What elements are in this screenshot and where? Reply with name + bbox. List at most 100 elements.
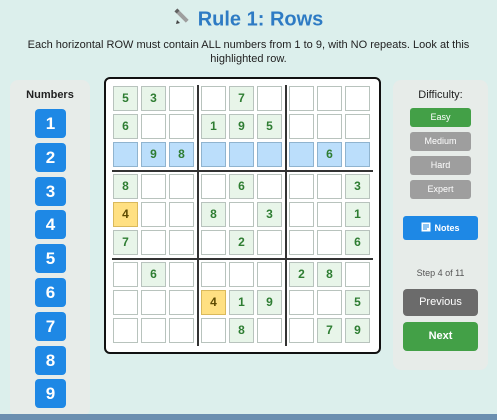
sudoku-cell-r6c5[interactable]: 2 bbox=[229, 230, 254, 255]
number-button-6[interactable]: 6 bbox=[35, 278, 66, 307]
sudoku-cell-r2c7[interactable] bbox=[289, 114, 314, 139]
sudoku-cell-r9c2[interactable] bbox=[141, 318, 166, 343]
sudoku-cell-r7c2[interactable]: 6 bbox=[141, 262, 166, 287]
number-button-7[interactable]: 7 bbox=[35, 311, 66, 341]
sudoku-cell-r5c4[interactable]: 8 bbox=[201, 202, 226, 227]
sudoku-cell-r3c3[interactable]: 8 bbox=[169, 142, 194, 167]
difficulty-easy-button[interactable]: Easy bbox=[410, 108, 471, 127]
number-button-1[interactable]: 1 bbox=[35, 109, 66, 138]
number-panel-title: Numbers bbox=[26, 89, 74, 101]
next-button[interactable]: Next bbox=[403, 322, 478, 351]
sudoku-cell-r6c8[interactable] bbox=[317, 230, 342, 255]
box-divider-horizontal bbox=[112, 170, 373, 172]
sudoku-cell-r3c8[interactable]: 6 bbox=[317, 142, 342, 167]
sudoku-cell-r6c3[interactable] bbox=[169, 230, 194, 255]
sudoku-cell-r2c9[interactable] bbox=[345, 114, 370, 139]
sudoku-cell-r2c8[interactable] bbox=[317, 114, 342, 139]
sudoku-cell-r3c4[interactable] bbox=[201, 142, 226, 167]
sudoku-cell-r9c9[interactable]: 9 bbox=[345, 318, 370, 343]
sudoku-cell-r9c4[interactable] bbox=[201, 318, 226, 343]
sudoku-cell-r9c8[interactable]: 7 bbox=[317, 318, 342, 343]
sudoku-cell-r2c4[interactable]: 1 bbox=[201, 114, 226, 139]
sudoku-cell-r7c5[interactable] bbox=[229, 262, 254, 287]
sudoku-cell-r8c3[interactable] bbox=[169, 290, 194, 315]
sudoku-cell-r3c2[interactable]: 9 bbox=[141, 142, 166, 167]
sudoku-cell-r2c5[interactable]: 9 bbox=[229, 114, 254, 139]
sudoku-cell-r6c7[interactable] bbox=[289, 230, 314, 255]
sudoku-cell-r8c7[interactable] bbox=[289, 290, 314, 315]
sudoku-cell-r9c1[interactable] bbox=[113, 318, 138, 343]
sudoku-cell-r7c9[interactable] bbox=[345, 262, 370, 287]
sudoku-cell-r8c5[interactable]: 1 bbox=[229, 290, 254, 315]
sudoku-cell-r8c1[interactable] bbox=[113, 290, 138, 315]
sudoku-cell-r6c2[interactable] bbox=[141, 230, 166, 255]
number-button-9[interactable]: 9 bbox=[35, 379, 66, 409]
sudoku-cell-r7c8[interactable]: 8 bbox=[317, 262, 342, 287]
sudoku-cell-r5c6[interactable]: 3 bbox=[257, 202, 282, 227]
notes-button[interactable]: Notes bbox=[403, 216, 478, 240]
sudoku-cell-r7c4[interactable] bbox=[201, 262, 226, 287]
sudoku-cell-r5c9[interactable]: 1 bbox=[345, 202, 370, 227]
sudoku-cell-r8c6[interactable]: 9 bbox=[257, 290, 282, 315]
sudoku-cell-r5c8[interactable] bbox=[317, 202, 342, 227]
difficulty-expert-button[interactable]: Expert bbox=[410, 180, 471, 199]
sudoku-cell-r6c6[interactable] bbox=[257, 230, 282, 255]
sudoku-cell-r1c9[interactable] bbox=[345, 86, 370, 111]
sudoku-cell-r6c9[interactable]: 6 bbox=[345, 230, 370, 255]
sudoku-cell-r5c7[interactable] bbox=[289, 202, 314, 227]
number-button-4[interactable]: 4 bbox=[35, 210, 66, 240]
previous-button[interactable]: Previous bbox=[403, 289, 478, 316]
sudoku-cell-r1c7[interactable] bbox=[289, 86, 314, 111]
number-button-8[interactable]: 8 bbox=[35, 345, 66, 375]
sudoku-cell-r1c3[interactable] bbox=[169, 86, 194, 111]
sudoku-cell-r9c6[interactable] bbox=[257, 318, 282, 343]
difficulty-medium-button[interactable]: Medium bbox=[410, 132, 471, 151]
sudoku-cell-r6c1[interactable]: 7 bbox=[113, 230, 138, 255]
sudoku-cell-r1c1[interactable]: 5 bbox=[113, 86, 138, 111]
sudoku-cell-r5c2[interactable] bbox=[141, 202, 166, 227]
sudoku-cell-r4c4[interactable] bbox=[201, 174, 226, 199]
sudoku-cell-r4c1[interactable]: 8 bbox=[113, 174, 138, 199]
number-button-5[interactable]: 5 bbox=[35, 244, 66, 274]
sudoku-cell-r4c7[interactable] bbox=[289, 174, 314, 199]
number-button-3[interactable]: 3 bbox=[35, 176, 66, 206]
sudoku-cell-r3c1[interactable] bbox=[113, 142, 138, 167]
sudoku-cell-r8c2[interactable] bbox=[141, 290, 166, 315]
sudoku-cell-r7c6[interactable] bbox=[257, 262, 282, 287]
sudoku-cell-r7c3[interactable] bbox=[169, 262, 194, 287]
sudoku-cell-r5c3[interactable] bbox=[169, 202, 194, 227]
sudoku-cell-r1c8[interactable] bbox=[317, 86, 342, 111]
sudoku-cell-r3c7[interactable] bbox=[289, 142, 314, 167]
sudoku-cell-r4c9[interactable]: 3 bbox=[345, 174, 370, 199]
sudoku-cell-r7c7[interactable]: 2 bbox=[289, 262, 314, 287]
sudoku-cell-r6c4[interactable] bbox=[201, 230, 226, 255]
number-button-2[interactable]: 2 bbox=[35, 142, 66, 172]
sudoku-cell-r5c5[interactable] bbox=[229, 202, 254, 227]
sudoku-cell-r8c9[interactable]: 5 bbox=[345, 290, 370, 315]
sudoku-cell-r8c4[interactable]: 4 bbox=[201, 290, 226, 315]
sudoku-cell-r1c5[interactable]: 7 bbox=[229, 86, 254, 111]
sudoku-cell-r9c5[interactable]: 8 bbox=[229, 318, 254, 343]
sudoku-cell-r9c7[interactable] bbox=[289, 318, 314, 343]
sudoku-cell-r7c1[interactable] bbox=[113, 262, 138, 287]
sudoku-cell-r1c6[interactable] bbox=[257, 86, 282, 111]
sudoku-cell-r5c1[interactable]: 4 bbox=[113, 202, 138, 227]
sudoku-cell-r4c2[interactable] bbox=[141, 174, 166, 199]
sudoku-cell-r1c2[interactable]: 3 bbox=[141, 86, 166, 111]
sudoku-cell-r4c6[interactable] bbox=[257, 174, 282, 199]
sudoku-cell-r2c1[interactable]: 6 bbox=[113, 114, 138, 139]
sudoku-cell-r3c5[interactable] bbox=[229, 142, 254, 167]
sudoku-cell-r4c3[interactable] bbox=[169, 174, 194, 199]
sudoku-cell-r3c6[interactable] bbox=[257, 142, 282, 167]
sudoku-cell-r3c9[interactable] bbox=[345, 142, 370, 167]
sudoku-cell-r2c3[interactable] bbox=[169, 114, 194, 139]
sudoku-cell-r2c2[interactable] bbox=[141, 114, 166, 139]
sudoku-cell-r4c5[interactable]: 6 bbox=[229, 174, 254, 199]
sudoku-cell-r1c4[interactable] bbox=[201, 86, 226, 111]
sudoku-cell-r9c3[interactable] bbox=[169, 318, 194, 343]
difficulty-hard-button[interactable]: Hard bbox=[410, 156, 471, 175]
sudoku-cell-r8c8[interactable] bbox=[317, 290, 342, 315]
sudoku-cell-r4c8[interactable] bbox=[317, 174, 342, 199]
page-title: Rule 1: Rows bbox=[0, 8, 497, 32]
sudoku-cell-r2c6[interactable]: 5 bbox=[257, 114, 282, 139]
